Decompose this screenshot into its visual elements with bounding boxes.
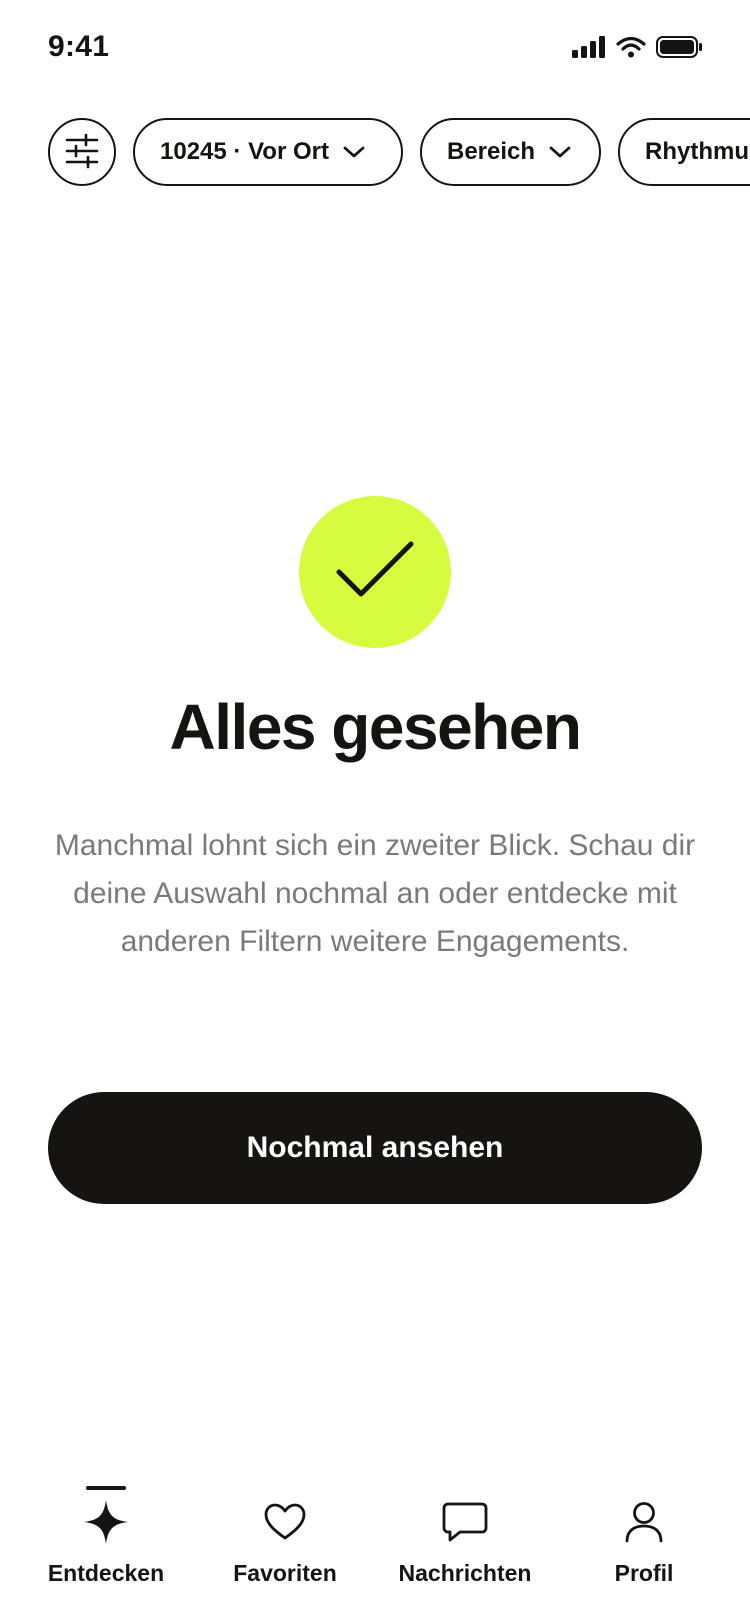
checkmark-icon — [335, 540, 415, 605]
nav-label: Entdecken — [47, 1560, 165, 1586]
nav-item-profil[interactable]: Profil — [554, 1470, 734, 1590]
status-time: 9:41 — [48, 30, 110, 63]
person-icon — [624, 1498, 664, 1546]
chat-bubble-icon — [442, 1498, 488, 1546]
location-filter-chip[interactable]: 10245 · Vor Ort — [133, 118, 403, 186]
rhythm-filter-chip[interactable]: Rhythmus — [618, 118, 750, 186]
active-tab-indicator — [86, 1486, 126, 1490]
nav-item-favoriten[interactable]: Favoriten — [195, 1470, 375, 1590]
sparkle-icon — [84, 1498, 128, 1546]
nav-item-nachrichten[interactable]: Nachrichten — [375, 1470, 555, 1590]
empty-state-title: Alles gesehen — [169, 691, 582, 763]
success-badge — [299, 496, 451, 648]
bottom-navigation: Entdecken Favoriten Nachrichten Profil — [0, 1470, 750, 1624]
chevron-down-icon — [343, 138, 365, 166]
chevron-down-icon — [549, 138, 571, 166]
wifi-icon — [616, 36, 646, 58]
review-again-button[interactable]: Nochmal ansehen — [48, 1092, 702, 1204]
battery-icon — [656, 36, 702, 58]
empty-state-description: Manchmal lohnt sich ein zweiter Blick. S… — [54, 829, 696, 958]
nav-label: Favoriten — [233, 1560, 337, 1586]
nav-item-entdecken[interactable]: Entdecken — [16, 1470, 196, 1590]
status-bar: 9:41 — [0, 0, 750, 100]
rhythm-filter-label: Rhythmus — [645, 138, 750, 165]
nav-label: Nachrichten — [398, 1560, 532, 1586]
filter-row: 10245 · Vor Ort Bereich Rhythmus — [48, 118, 750, 186]
cellular-signal-icon — [572, 36, 606, 58]
sliders-icon — [64, 133, 100, 172]
filter-settings-button[interactable] — [48, 118, 116, 186]
area-filter-label: Bereich — [447, 138, 536, 165]
nav-label: Profil — [614, 1560, 674, 1586]
discover-screen: 9:41 10245 · Vor Ort Bereich Rhythmu All… — [0, 0, 750, 1624]
status-icons — [572, 36, 702, 58]
heart-icon — [264, 1498, 306, 1546]
location-filter-label: 10245 · Vor Ort — [160, 138, 329, 165]
area-filter-chip[interactable]: Bereich — [420, 118, 601, 186]
